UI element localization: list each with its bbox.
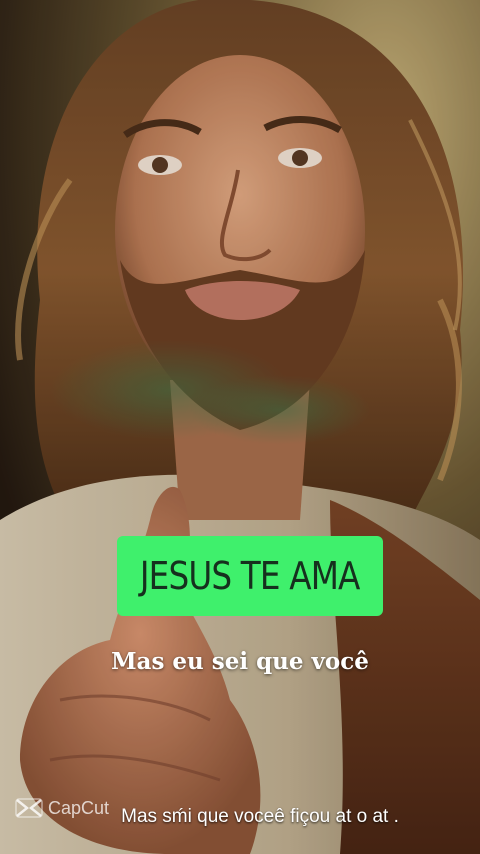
background-photo <box>0 0 480 854</box>
title-badge: JESUS TE AMA <box>117 536 383 616</box>
caption-text: Mas eu sei que você <box>111 648 369 675</box>
subtitle-text: Mas sḿi que voceê fiçou at o at . <box>121 806 399 827</box>
portrait-illustration <box>0 0 480 854</box>
title-badge-text: JESUS TE AMA <box>140 554 361 598</box>
